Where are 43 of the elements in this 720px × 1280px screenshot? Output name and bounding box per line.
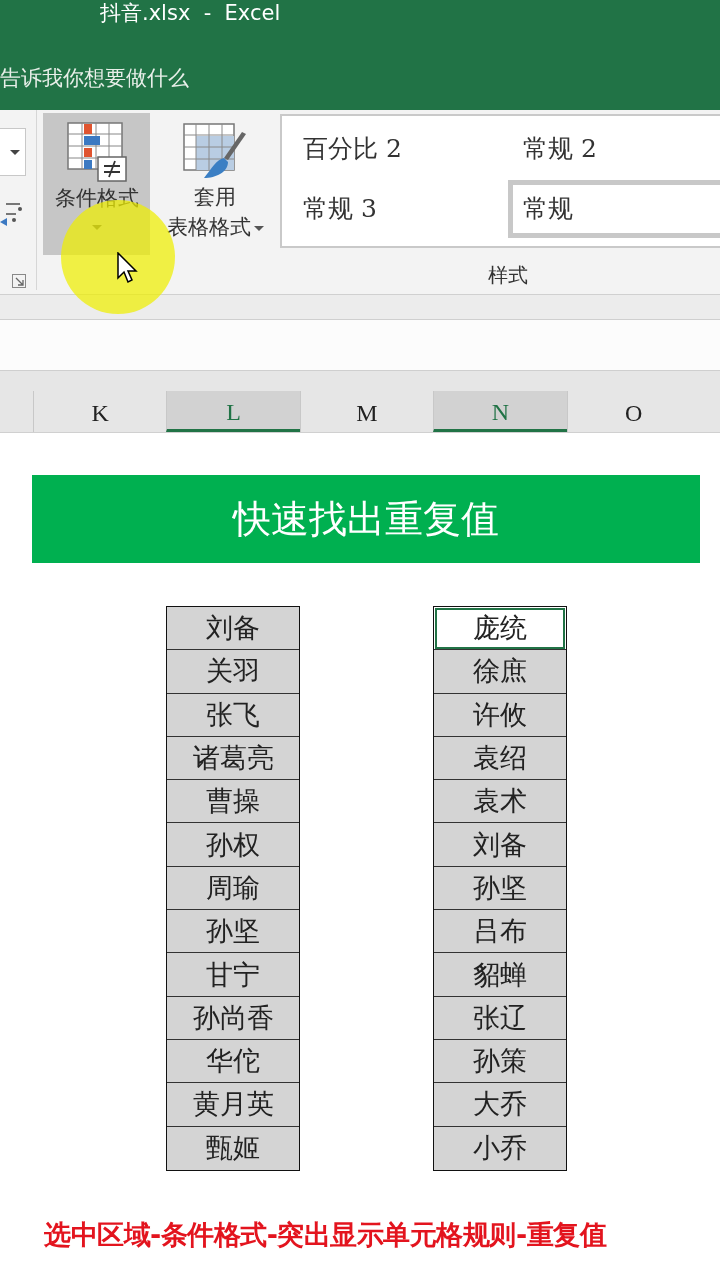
table-cell[interactable]: 徐庶 xyxy=(434,650,566,694)
table-cell[interactable]: 诸葛亮 xyxy=(167,736,299,781)
table-cell[interactable]: 孙权 xyxy=(167,823,299,867)
table-cell[interactable]: 张飞 xyxy=(167,693,299,737)
column-header[interactable]: L xyxy=(166,391,300,432)
table-cell[interactable]: 甄姬 xyxy=(167,1126,299,1170)
window-title: 抖音.xlsx - Excel xyxy=(100,0,281,26)
table-cell[interactable]: 大乔 xyxy=(434,1083,566,1127)
column-header[interactable]: N xyxy=(433,391,567,432)
banner-title: 快速找出重复值 xyxy=(32,475,700,563)
caption: 选中区域-条件格式-突出显示单元格规则-重复值 xyxy=(44,1218,607,1252)
table-cell[interactable]: 小乔 xyxy=(434,1126,566,1170)
cell-style-item[interactable]: 百分比 2 xyxy=(288,120,508,178)
table-cell[interactable]: 吕布 xyxy=(434,910,566,954)
conditional-format-icon xyxy=(65,121,128,183)
table-cell[interactable]: 孙策 xyxy=(434,1039,566,1084)
table-cell[interactable]: 曹操 xyxy=(167,780,299,824)
table-cell[interactable]: 关羽 xyxy=(167,650,299,694)
table-cell[interactable]: 孙坚 xyxy=(434,866,566,911)
table-cell[interactable]: 貂蝉 xyxy=(434,953,566,997)
table-cell[interactable]: 黄月英 xyxy=(167,1083,299,1127)
caret-icon xyxy=(10,150,20,155)
table-cell[interactable]: 周瑜 xyxy=(167,866,299,911)
table-cell[interactable]: 庞统 xyxy=(434,607,566,651)
cell-style-item[interactable]: 常规 3 xyxy=(288,180,508,238)
table-cell[interactable]: 袁术 xyxy=(434,780,566,824)
dialog-launcher-icon[interactable] xyxy=(12,274,26,288)
column-header[interactable]: O xyxy=(566,391,700,432)
group-label: 样式 xyxy=(488,262,528,289)
table-cell[interactable]: 甘宁 xyxy=(167,953,299,997)
pointer-icon xyxy=(117,252,138,284)
dropdown-field[interactable] xyxy=(0,128,26,176)
table-cell[interactable]: 孙坚 xyxy=(167,910,299,954)
cell-style-item[interactable]: 常规 xyxy=(508,180,720,238)
table-cell[interactable]: 刘备 xyxy=(434,823,566,867)
tell-me-field[interactable]: 告诉我你想要做什么 xyxy=(0,64,300,92)
table-cell[interactable]: 刘备 xyxy=(167,607,299,651)
cell-style-item[interactable]: 常规 2 xyxy=(508,120,720,178)
table-cell[interactable]: 孙尚香 xyxy=(167,996,299,1040)
table-cell[interactable]: 张辽 xyxy=(434,996,566,1040)
table-cell[interactable]: 华佗 xyxy=(167,1039,299,1084)
table-cell[interactable]: 许攸 xyxy=(434,693,566,737)
table-cell[interactable]: 袁绍 xyxy=(434,736,566,781)
